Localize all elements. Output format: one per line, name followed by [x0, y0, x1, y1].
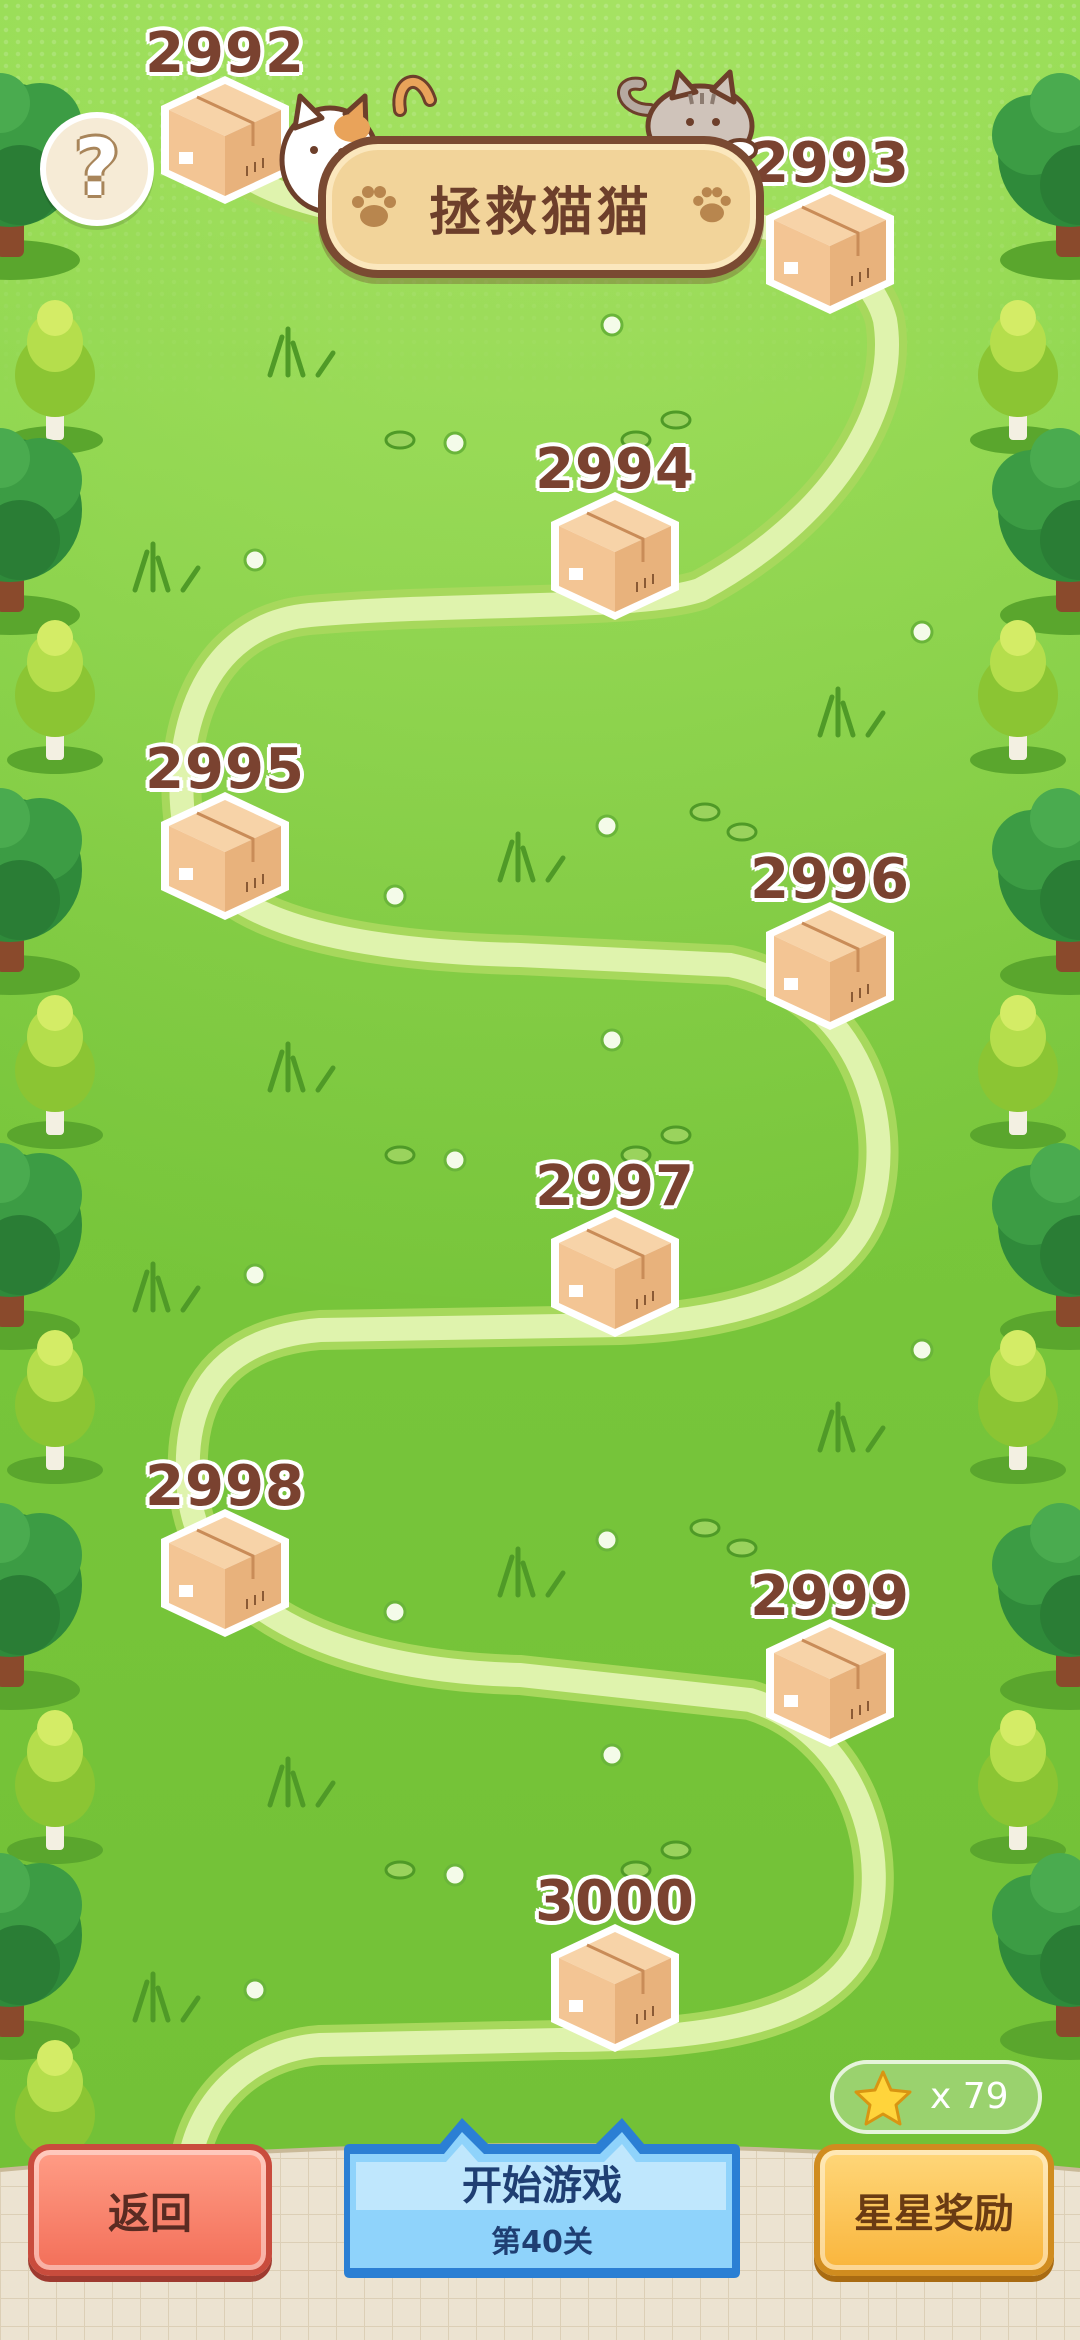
- star-count-badge: x 79: [830, 2060, 1042, 2134]
- level-node-2996[interactable]: 2996: [745, 848, 915, 1038]
- back-button-label: 返回: [107, 2188, 192, 2238]
- box-icon: [766, 1619, 894, 1747]
- level-node-2995[interactable]: 2995: [140, 738, 310, 928]
- level-node-2994[interactable]: 2994: [530, 438, 700, 628]
- star-reward-label: 星星奖励: [854, 2191, 1014, 2237]
- box-icon: [551, 492, 679, 620]
- page-title: 拯救猫猫: [428, 182, 653, 243]
- paw-icon: [693, 187, 731, 223]
- star-icon: [854, 2070, 912, 2126]
- level-map-screen: 2992 2993 2994 2995 2996 2997 2998 2999 …: [0, 0, 1080, 2340]
- back-button[interactable]: 返回: [28, 2144, 272, 2276]
- star-count: x 79: [930, 2076, 1009, 2117]
- level-node-3000[interactable]: 3000: [530, 1870, 700, 2060]
- box-icon: [766, 902, 894, 1030]
- level-node-2997[interactable]: 2997: [530, 1155, 700, 1345]
- box-icon: [161, 792, 289, 920]
- level-node-2999[interactable]: 2999: [745, 1565, 915, 1755]
- box-icon: [551, 1209, 679, 1337]
- level-node-2998[interactable]: 2998: [140, 1455, 310, 1645]
- box-icon: [161, 1509, 289, 1637]
- start-game-label: 开始游戏: [462, 2163, 622, 2209]
- paw-icon: [352, 186, 396, 227]
- box-icon: [551, 1924, 679, 2052]
- start-game-button[interactable]: 开始游戏 第40关: [322, 2110, 762, 2284]
- title-banner: 拯救猫猫: [318, 136, 764, 278]
- star-reward-button[interactable]: 星星奖励: [814, 2144, 1054, 2276]
- current-level-label: 第40关: [491, 2225, 593, 2260]
